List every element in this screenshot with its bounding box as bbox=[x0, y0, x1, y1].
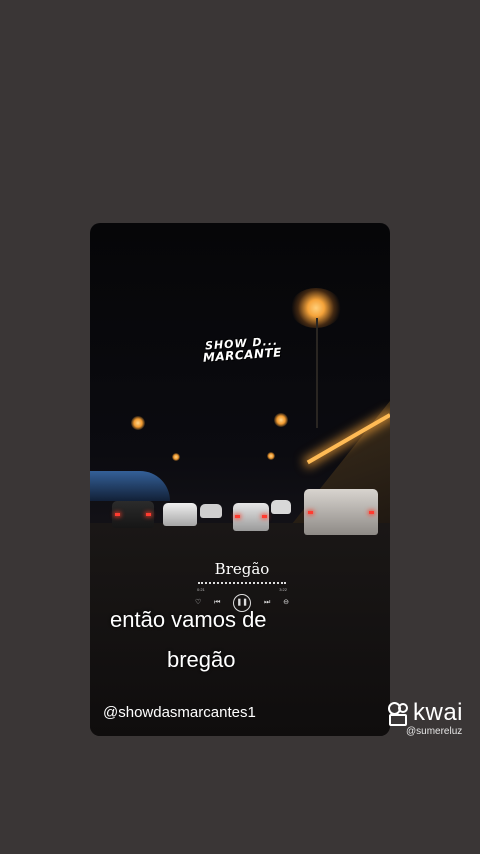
street-lamp-glow bbox=[267, 452, 275, 460]
street-lamp-glow bbox=[172, 453, 180, 461]
creator-handle: @showdasmarcantes1 bbox=[103, 704, 256, 721]
music-player-overlay: Bregão 0:21 3:22 ♡ ⏮ ❚❚ ⏭ ⊖ bbox=[194, 560, 290, 612]
video-frame[interactable]: SHOW D... MARCANTE Bregão 0:21 3:22 ♡ ⏮ … bbox=[90, 223, 390, 736]
street-lamp-glow bbox=[274, 413, 288, 427]
kwai-username: @sumereluz bbox=[406, 726, 463, 737]
minus-icon: ⊖ bbox=[283, 599, 289, 606]
car bbox=[233, 503, 269, 531]
suv-car bbox=[304, 489, 378, 535]
kwai-logo-icon bbox=[388, 702, 410, 726]
lamp-pole bbox=[316, 318, 318, 428]
street-lamp-glow bbox=[131, 416, 145, 430]
kwai-brand-text: kwai bbox=[413, 699, 464, 726]
show-das-marcantes-logo: SHOW D... MARCANTE bbox=[202, 334, 283, 365]
bridge-structure bbox=[90, 471, 170, 501]
kwai-watermark: kwai bbox=[388, 699, 463, 727]
lyrics-line-1: então vamos de bbox=[110, 607, 267, 632]
car bbox=[271, 500, 291, 514]
car bbox=[163, 503, 197, 526]
time-total: 3:22 bbox=[279, 587, 287, 592]
progress-times: 0:21 3:22 bbox=[197, 587, 287, 592]
lyrics-line-2: bregão bbox=[167, 647, 236, 672]
progress-bar bbox=[198, 582, 286, 586]
song-title: Bregão bbox=[214, 560, 270, 578]
time-elapsed: 0:21 bbox=[197, 587, 205, 592]
car bbox=[112, 501, 154, 528]
car bbox=[200, 504, 222, 518]
